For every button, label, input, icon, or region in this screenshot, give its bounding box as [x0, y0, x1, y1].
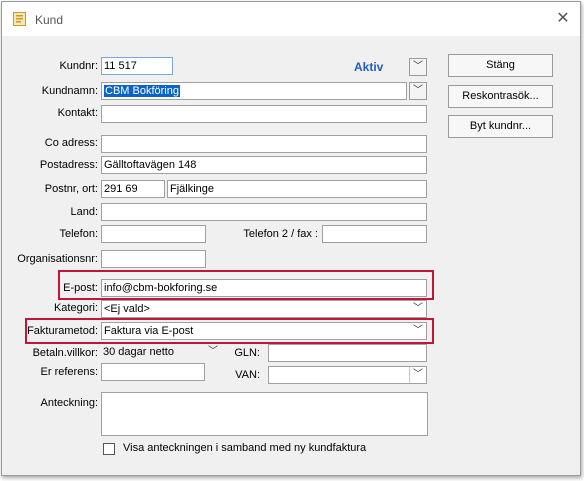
- co-address-field[interactable]: [101, 135, 427, 153]
- reference-field[interactable]: [101, 363, 205, 381]
- note-label: Anteckning:: [40, 397, 98, 409]
- customer-name-field[interactable]: CBM Bokföring: [101, 82, 407, 100]
- postcode-field[interactable]: 291 69: [101, 180, 165, 198]
- invoice-method-select[interactable]: Faktura via E-post ﹀: [101, 322, 427, 340]
- chevron-down-icon: ﹀: [413, 303, 423, 314]
- category-label: Kategori:: [53, 302, 98, 314]
- payment-terms-select[interactable]: 30 dagar netto ﹀: [101, 344, 221, 362]
- city-field[interactable]: Fjälkinge: [167, 180, 427, 198]
- phone2-fax-field[interactable]: [322, 225, 427, 243]
- customer-number-field[interactable]: 11 517: [101, 57, 173, 75]
- chevron-down-icon: ﹀: [208, 346, 218, 357]
- co-address-label: Co adress:: [44, 137, 98, 149]
- ledger-search-button[interactable]: Reskontrasök...: [448, 85, 553, 108]
- postcode-city-label: Postnr, ort:: [44, 183, 98, 195]
- contact-label: Kontakt:: [57, 107, 98, 119]
- gln-field[interactable]: [268, 344, 427, 362]
- org-number-label: Organisationsnr:: [17, 253, 98, 265]
- window-title: Kund: [35, 13, 64, 27]
- chevron-down-icon: ﹀: [413, 325, 423, 336]
- status-dropdown[interactable]: ﹀: [409, 58, 427, 76]
- phone2-fax-label: Telefon 2 / fax :: [243, 228, 318, 240]
- customer-number-label: Kundnr:: [59, 60, 98, 72]
- phone-label: Telefon:: [59, 228, 98, 240]
- email-field[interactable]: info@cbm-bokforing.se: [101, 279, 427, 297]
- chevron-down-icon: ﹀: [409, 367, 426, 383]
- note-textarea[interactable]: [101, 392, 428, 436]
- van-label: VAN:: [235, 369, 260, 381]
- close-button[interactable]: Stäng: [448, 54, 553, 77]
- org-number-field[interactable]: [101, 250, 206, 268]
- close-icon[interactable]: ✕: [552, 9, 574, 29]
- chevron-down-icon: ﹀: [413, 61, 423, 72]
- email-label: E-post:: [63, 282, 98, 294]
- customer-name-label: Kundnamn:: [41, 85, 98, 97]
- phone-field[interactable]: [101, 225, 206, 243]
- chevron-down-icon: ﹀: [413, 85, 423, 96]
- change-customer-number-button[interactable]: Byt kundnr...: [448, 115, 553, 138]
- country-field[interactable]: [101, 203, 427, 221]
- gln-label: GLN:: [234, 347, 260, 359]
- category-select[interactable]: <Ej vald> ﹀: [101, 300, 427, 318]
- customer-dialog: Kund ✕ Kundnr: 11 517 Aktiv ﹀ Stäng Resk…: [1, 1, 581, 476]
- contact-field[interactable]: [101, 105, 427, 123]
- show-note-checkbox-label: Visa anteckningen i samband med ny kundf…: [123, 442, 367, 454]
- customer-card-icon: [13, 12, 26, 26]
- customer-name-dropdown[interactable]: ﹀: [409, 82, 427, 100]
- country-label: Land:: [70, 206, 98, 218]
- van-select[interactable]: ﹀: [268, 366, 427, 384]
- title-bar: Kund ✕: [2, 2, 580, 36]
- show-note-checkbox[interactable]: [103, 443, 115, 455]
- payment-terms-label: Betaln.villkor:: [32, 347, 98, 359]
- invoice-method-label: Fakturametod:: [27, 325, 98, 337]
- reference-label: Er referens:: [40, 366, 98, 378]
- status-badge: Aktiv: [354, 60, 384, 74]
- postal-address-label: Postadress:: [39, 159, 98, 171]
- postal-address-field[interactable]: Gälltoftavägen 148: [101, 156, 427, 174]
